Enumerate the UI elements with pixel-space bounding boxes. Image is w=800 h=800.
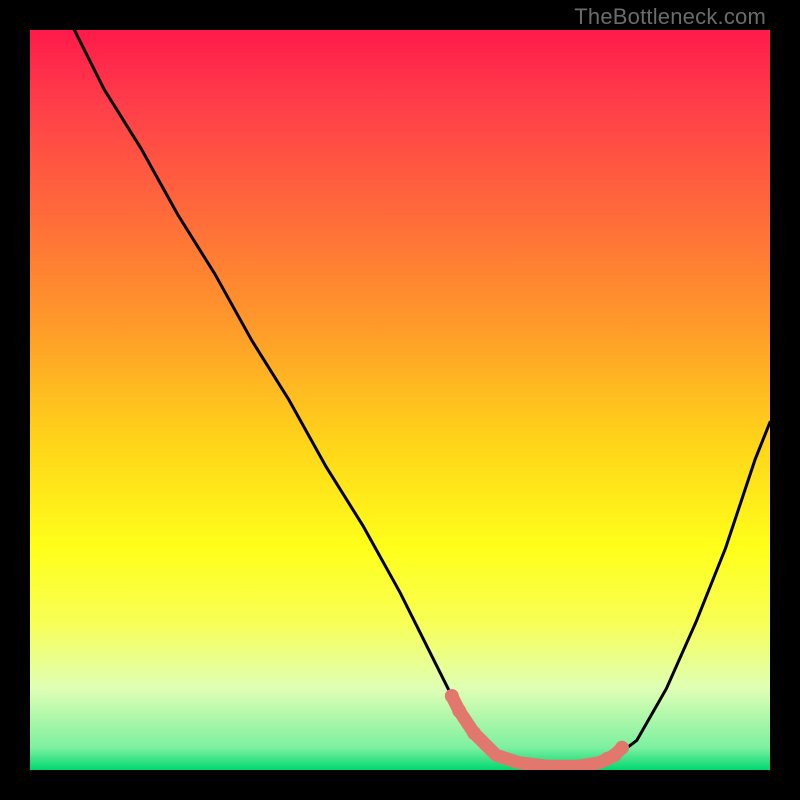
chart-plot-area	[30, 30, 770, 770]
attribution-text: TheBottleneck.com	[574, 4, 766, 30]
highlight-dot	[467, 726, 481, 740]
bottleneck-chart-svg	[30, 30, 770, 770]
highlight-dot	[445, 689, 459, 703]
highlight-markers-group	[445, 689, 629, 766]
highlight-dot	[452, 704, 466, 718]
highlight-dot	[615, 741, 629, 755]
bottleneck-curve-path	[74, 30, 770, 766]
